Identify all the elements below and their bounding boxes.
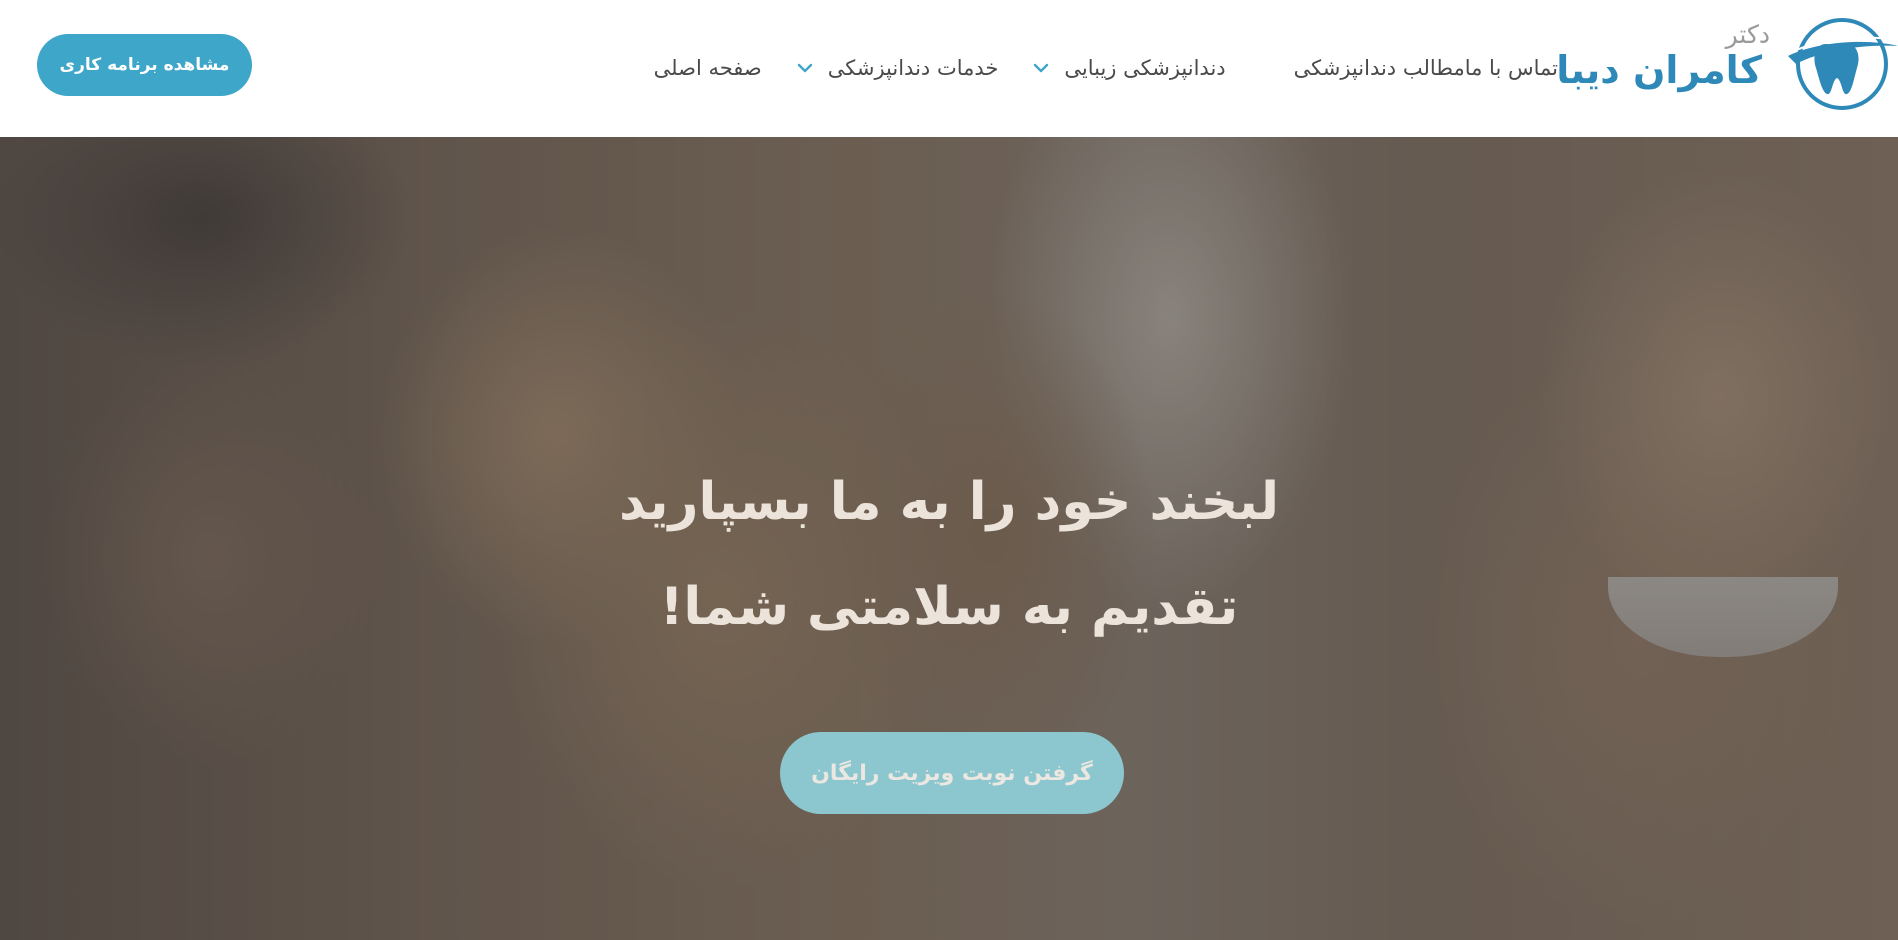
hero-banner: لبخند خود را به ما بسپارید تقدیم به سلام… [0,137,1898,940]
chevron-down-icon [797,63,812,73]
nav-item-label: تماس با ما [1464,56,1558,80]
free-visit-appointment-button[interactable]: گرفتن نوبت ویزیت رایگان [780,732,1124,814]
nav-item-label: مطالب دندانپزشکی [1293,56,1465,80]
tooth-logo-icon [1788,18,1898,110]
nav-item-contact[interactable]: تماس با ما [1465,56,1558,80]
hero-title-line2: تقدیم به سلامتی شما! [659,577,1241,637]
nav-item-cosmetic-dentistry[interactable]: دندانپزشکی زیبایی [1030,56,1226,80]
nav-item-label: صفحه اصلی [653,56,762,80]
main-nav: صفحه اصلی خدمات دندانپزشکی دندانپزشکی زی… [612,48,1558,88]
nav-item-label: دندانپزشکی زیبایی [1064,56,1226,80]
nav-item-dental-services[interactable]: خدمات دندانپزشکی [794,56,999,80]
brand-name: کامران دیبا [1556,48,1763,92]
nav-item-label: خدمات دندانپزشکی [827,56,999,80]
nav-item-dental-articles[interactable]: مطالب دندانپزشکی [1294,56,1465,80]
hero-title-line1: لبخند خود را به ما بسپارید [618,472,1281,532]
nav-item-home[interactable]: صفحه اصلی [654,56,762,80]
site-header: دکتر کامران دیبا صفحه اصلی خدمات دندانپز… [0,0,1898,137]
brand-prefix: دکتر [1725,20,1770,49]
brand-logo[interactable]: دکتر کامران دیبا [1556,12,1898,112]
view-schedule-button[interactable]: مشاهده برنامه کاری [37,34,252,96]
chevron-down-icon [1034,63,1049,73]
hero-overlay [0,137,1898,940]
